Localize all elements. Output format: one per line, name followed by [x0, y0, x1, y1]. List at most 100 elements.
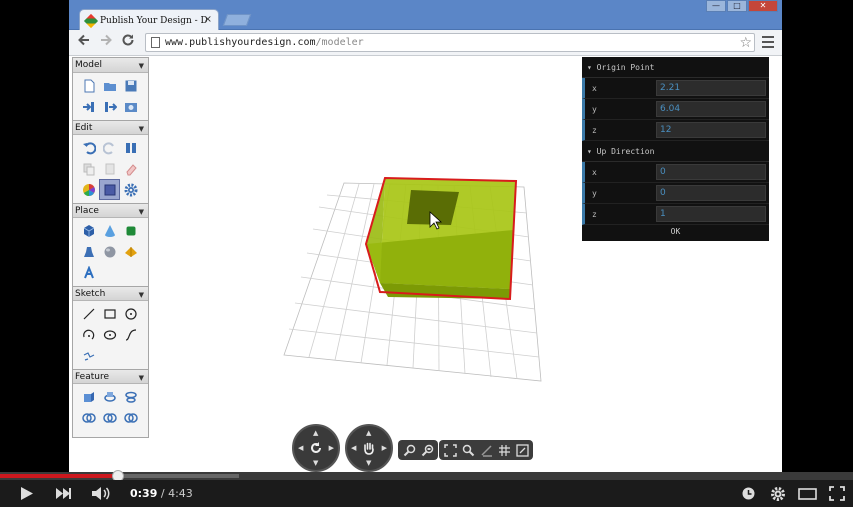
- eraser-icon[interactable]: [120, 158, 141, 179]
- progress-bar[interactable]: [0, 470, 853, 482]
- view-group: [439, 440, 533, 460]
- up-y-row: y 0: [582, 183, 769, 204]
- text-a-icon[interactable]: [78, 262, 99, 283]
- undo-icon[interactable]: [78, 137, 99, 158]
- spline-icon[interactable]: [120, 324, 141, 345]
- tab-title: Publish Your Design - D: [100, 15, 208, 26]
- window-controls: — □ ✕: [706, 0, 778, 12]
- browser-toolbar: www.publishyourdesign.com/modeler ☆: [69, 30, 782, 56]
- minimize-button[interactable]: —: [706, 0, 726, 12]
- bookmark-star-icon[interactable]: ☆: [739, 35, 752, 51]
- up-y-label: y: [592, 189, 597, 198]
- up-z-field[interactable]: 1: [656, 206, 766, 222]
- new-file-icon[interactable]: [78, 75, 99, 96]
- arc-icon[interactable]: [78, 324, 99, 345]
- search-icon[interactable]: [460, 442, 476, 458]
- pyramid-icon[interactable]: [120, 241, 141, 262]
- next-icon[interactable]: [55, 486, 72, 505]
- browser-tab[interactable]: Publish Your Design - D ×: [79, 9, 219, 31]
- tab-close-icon[interactable]: ×: [204, 14, 212, 25]
- origin-x-label: x: [592, 84, 597, 93]
- group-header-place[interactable]: Place ▼: [73, 203, 148, 218]
- paste-icon[interactable]: [99, 158, 120, 179]
- forward-arrow-icon[interactable]: [97, 33, 115, 51]
- screen-icon[interactable]: [514, 442, 530, 458]
- play-icon[interactable]: [20, 486, 34, 505]
- grid-icon[interactable]: [496, 442, 512, 458]
- ellipse-icon[interactable]: [99, 324, 120, 345]
- favicon-icon: [83, 13, 99, 28]
- export-icon[interactable]: [99, 96, 120, 117]
- origin-y-label: y: [592, 105, 597, 114]
- polyline-icon[interactable]: [78, 345, 99, 366]
- save-icon[interactable]: [120, 75, 141, 96]
- origin-x-field[interactable]: 2.21: [656, 80, 766, 96]
- up-y-field[interactable]: 0: [656, 185, 766, 201]
- open-folder-icon[interactable]: [99, 75, 120, 96]
- fit-view-icon[interactable]: [442, 442, 458, 458]
- pause-icon[interactable]: [120, 137, 141, 158]
- reload-icon[interactable]: [119, 33, 137, 51]
- orbit-control[interactable]: ▲ ▼ ◀ ▶: [292, 424, 340, 472]
- new-tab-button[interactable]: [222, 14, 252, 26]
- ruler-icon[interactable]: [478, 442, 494, 458]
- group-header-sketch[interactable]: Sketch ▼: [73, 286, 148, 301]
- cylinder-icon[interactable]: [120, 220, 141, 241]
- origin-z-field[interactable]: 12: [656, 122, 766, 138]
- line-icon[interactable]: [78, 303, 99, 324]
- circle-icon[interactable]: [120, 303, 141, 324]
- loft-icon[interactable]: [120, 386, 141, 407]
- group-header-feature[interactable]: Feature ▼: [73, 369, 148, 384]
- zoom-group: [398, 440, 438, 460]
- gear-icon[interactable]: [770, 486, 786, 506]
- gear-icon[interactable]: [120, 179, 141, 200]
- up-z-label: z: [592, 210, 597, 219]
- extrude-icon[interactable]: [78, 386, 99, 407]
- up-direction-header[interactable]: ▾ Up Direction: [582, 141, 769, 162]
- browser-menu-icon[interactable]: [762, 36, 774, 48]
- bell-icon[interactable]: [78, 241, 99, 262]
- cube-icon[interactable]: [78, 220, 99, 241]
- pan-control[interactable]: ▲ ▼ ◀ ▶: [345, 424, 393, 472]
- back-arrow-icon[interactable]: [75, 33, 93, 51]
- rectangle-icon[interactable]: [99, 303, 120, 324]
- fullscreen-icon[interactable]: [829, 486, 845, 505]
- browser-titlebar: Publish Your Design - D × — □ ✕: [69, 0, 782, 31]
- ok-button[interactable]: OK: [582, 225, 769, 239]
- sphere-icon[interactable]: [99, 241, 120, 262]
- cone-icon[interactable]: [99, 220, 120, 241]
- import-icon[interactable]: [78, 96, 99, 117]
- group-edit-tools: [73, 135, 148, 203]
- origin-y-field[interactable]: 6.04: [656, 101, 766, 117]
- theater-mode-icon[interactable]: [798, 486, 817, 505]
- copy-icon[interactable]: [78, 158, 99, 179]
- color-wheel-icon[interactable]: [78, 179, 99, 200]
- intersect-icon[interactable]: [120, 407, 141, 428]
- browser-window: Publish Your Design - D × — □ ✕ www.publ…: [69, 0, 782, 472]
- current-time: 0:39: [130, 487, 158, 500]
- redo-icon[interactable]: [99, 137, 120, 158]
- revolve-icon[interactable]: [99, 386, 120, 407]
- watch-later-icon[interactable]: [741, 486, 756, 505]
- zoom-out-icon[interactable]: [419, 442, 435, 458]
- up-x-field[interactable]: 0: [656, 164, 766, 180]
- group-header-model[interactable]: Model ▼: [73, 58, 148, 73]
- close-window-button[interactable]: ✕: [748, 0, 778, 12]
- group-sketch-tools: [73, 301, 148, 369]
- subtract-icon[interactable]: [99, 407, 120, 428]
- rotate-icon: [311, 442, 321, 453]
- player-controls: 0:39 / 4:43: [0, 480, 853, 507]
- volume-icon[interactable]: [91, 486, 111, 505]
- up-x-label: x: [592, 168, 597, 177]
- played-bar: [0, 474, 118, 478]
- group-place-tools: [73, 218, 148, 286]
- address-bar[interactable]: www.publishyourdesign.com/modeler: [145, 33, 755, 52]
- zoom-in-icon[interactable]: [401, 442, 417, 458]
- maximize-button[interactable]: □: [727, 0, 747, 12]
- origin-point-header[interactable]: ▾ Origin Point: [582, 57, 769, 78]
- snapshot-icon[interactable]: [120, 96, 141, 117]
- union-icon[interactable]: [78, 407, 99, 428]
- hand-icon: [364, 442, 374, 455]
- group-header-edit[interactable]: Edit ▼: [73, 120, 148, 135]
- select-box-icon[interactable]: [99, 179, 120, 200]
